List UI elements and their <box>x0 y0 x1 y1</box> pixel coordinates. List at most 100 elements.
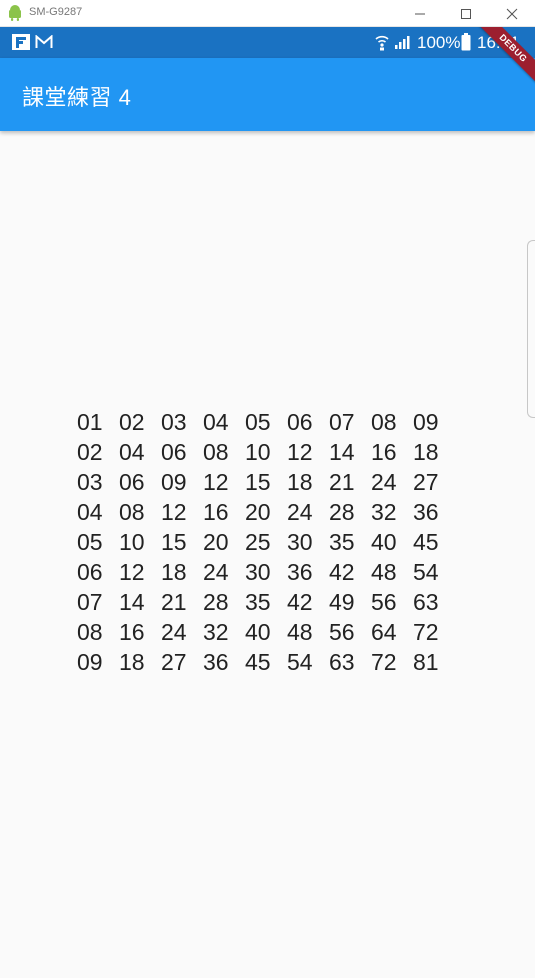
table-cell: 16 <box>119 618 145 645</box>
app-bar: 課堂練習 4 <box>0 58 535 131</box>
table-cell: 09 <box>413 408 439 435</box>
table-cell: 02 <box>119 408 145 435</box>
table-cell: 20 <box>203 528 229 555</box>
table-cell: 04 <box>119 438 145 465</box>
table-row: 05 10 15 20 25 30 35 40 45 <box>77 527 457 557</box>
table-row: 09 18 27 36 45 54 63 72 81 <box>77 647 457 677</box>
flipboard-icon <box>12 34 30 50</box>
side-scroll-handle[interactable] <box>527 240 535 418</box>
table-cell: 12 <box>119 558 145 585</box>
table-cell: 10 <box>245 438 271 465</box>
table-cell: 24 <box>287 498 313 525</box>
table-cell: 05 <box>245 408 271 435</box>
maximize-icon <box>461 8 471 19</box>
gmail-icon <box>35 35 53 48</box>
table-cell: 06 <box>77 558 103 585</box>
table-cell: 28 <box>329 498 355 525</box>
table-cell: 09 <box>77 648 103 675</box>
table-cell: 27 <box>413 468 439 495</box>
table-cell: 08 <box>77 618 103 645</box>
table-cell: 56 <box>329 618 355 645</box>
table-cell: 48 <box>371 558 397 585</box>
table-cell: 40 <box>371 528 397 555</box>
android-icon <box>9 5 21 21</box>
table-cell: 54 <box>413 558 439 585</box>
table-cell: 15 <box>161 528 187 555</box>
table-cell: 14 <box>119 588 145 615</box>
table-cell: 72 <box>413 618 439 645</box>
main-content: 01 02 03 04 05 06 07 08 09 02 04 06 08 10 12 14 16 18 03 06… <box>0 131 535 978</box>
table-cell: 18 <box>287 468 313 495</box>
battery-percent: 100% <box>417 33 461 52</box>
table-cell: 63 <box>329 648 355 675</box>
table-cell: 12 <box>203 468 229 495</box>
multiplication-table: 01 02 03 04 05 06 07 08 09 02 04 06 08 10 12 14 16 18 03 06… <box>77 407 457 677</box>
table-cell: 08 <box>203 438 229 465</box>
status-time: 16:31 <box>477 33 520 52</box>
table-cell: 07 <box>77 588 103 615</box>
table-cell: 01 <box>77 408 103 435</box>
table-cell: 81 <box>413 648 439 675</box>
table-cell: 63 <box>413 588 439 615</box>
window-title: SM-G9287 <box>29 6 83 18</box>
minimize-icon <box>415 13 425 14</box>
table-cell: 48 <box>287 618 313 645</box>
table-cell: 02 <box>77 438 103 465</box>
table-cell: 14 <box>329 438 355 465</box>
table-cell: 18 <box>413 438 439 465</box>
table-cell: 25 <box>245 528 271 555</box>
table-cell: 36 <box>203 648 229 675</box>
table-cell: 54 <box>287 648 313 675</box>
table-cell: 06 <box>119 468 145 495</box>
table-cell: 30 <box>287 528 313 555</box>
table-cell: 24 <box>371 468 397 495</box>
table-cell: 04 <box>203 408 229 435</box>
table-cell: 12 <box>287 438 313 465</box>
table-row: 03 06 09 12 15 18 21 24 27 <box>77 467 457 497</box>
table-cell: 09 <box>161 468 187 495</box>
wifi-icon <box>375 35 389 51</box>
table-cell: 72 <box>371 648 397 675</box>
table-cell: 45 <box>245 648 271 675</box>
maximize-button[interactable] <box>443 0 489 27</box>
table-cell: 06 <box>161 438 187 465</box>
table-row: 02 04 06 08 10 12 14 16 18 <box>77 437 457 467</box>
table-cell: 04 <box>77 498 103 525</box>
table-cell: 45 <box>413 528 439 555</box>
close-button[interactable] <box>489 0 535 27</box>
table-row: 04 08 12 16 20 24 28 32 36 <box>77 497 457 527</box>
table-cell: 36 <box>287 558 313 585</box>
table-cell: 35 <box>245 588 271 615</box>
table-cell: 64 <box>371 618 397 645</box>
table-cell: 21 <box>161 588 187 615</box>
table-cell: 24 <box>203 558 229 585</box>
table-cell: 08 <box>371 408 397 435</box>
table-cell: 32 <box>203 618 229 645</box>
table-cell: 27 <box>161 648 187 675</box>
table-row: 01 02 03 04 05 06 07 08 09 <box>77 407 457 437</box>
table-cell: 49 <box>329 588 355 615</box>
table-cell: 16 <box>203 498 229 525</box>
table-row: 07 14 21 28 35 42 49 56 63 <box>77 587 457 617</box>
page-title: 課堂練習 4 <box>22 85 132 110</box>
minimize-button[interactable] <box>397 0 443 27</box>
table-cell: 21 <box>329 468 355 495</box>
table-cell: 24 <box>161 618 187 645</box>
status-bar: 100% 16:31 <box>0 27 535 58</box>
table-cell: 10 <box>119 528 145 555</box>
table-cell: 28 <box>203 588 229 615</box>
table-cell: 06 <box>287 408 313 435</box>
table-row: 08 16 24 32 40 48 56 64 72 <box>77 617 457 647</box>
table-cell: 40 <box>245 618 271 645</box>
table-cell: 08 <box>119 498 145 525</box>
table-cell: 20 <box>245 498 271 525</box>
close-icon <box>506 8 518 19</box>
table-cell: 18 <box>161 558 187 585</box>
table-row: 06 12 18 24 30 36 42 48 54 <box>77 557 457 587</box>
table-cell: 12 <box>161 498 187 525</box>
table-cell: 36 <box>413 498 439 525</box>
table-cell: 07 <box>329 408 355 435</box>
table-cell: 56 <box>371 588 397 615</box>
table-cell: 03 <box>161 408 187 435</box>
table-cell: 35 <box>329 528 355 555</box>
